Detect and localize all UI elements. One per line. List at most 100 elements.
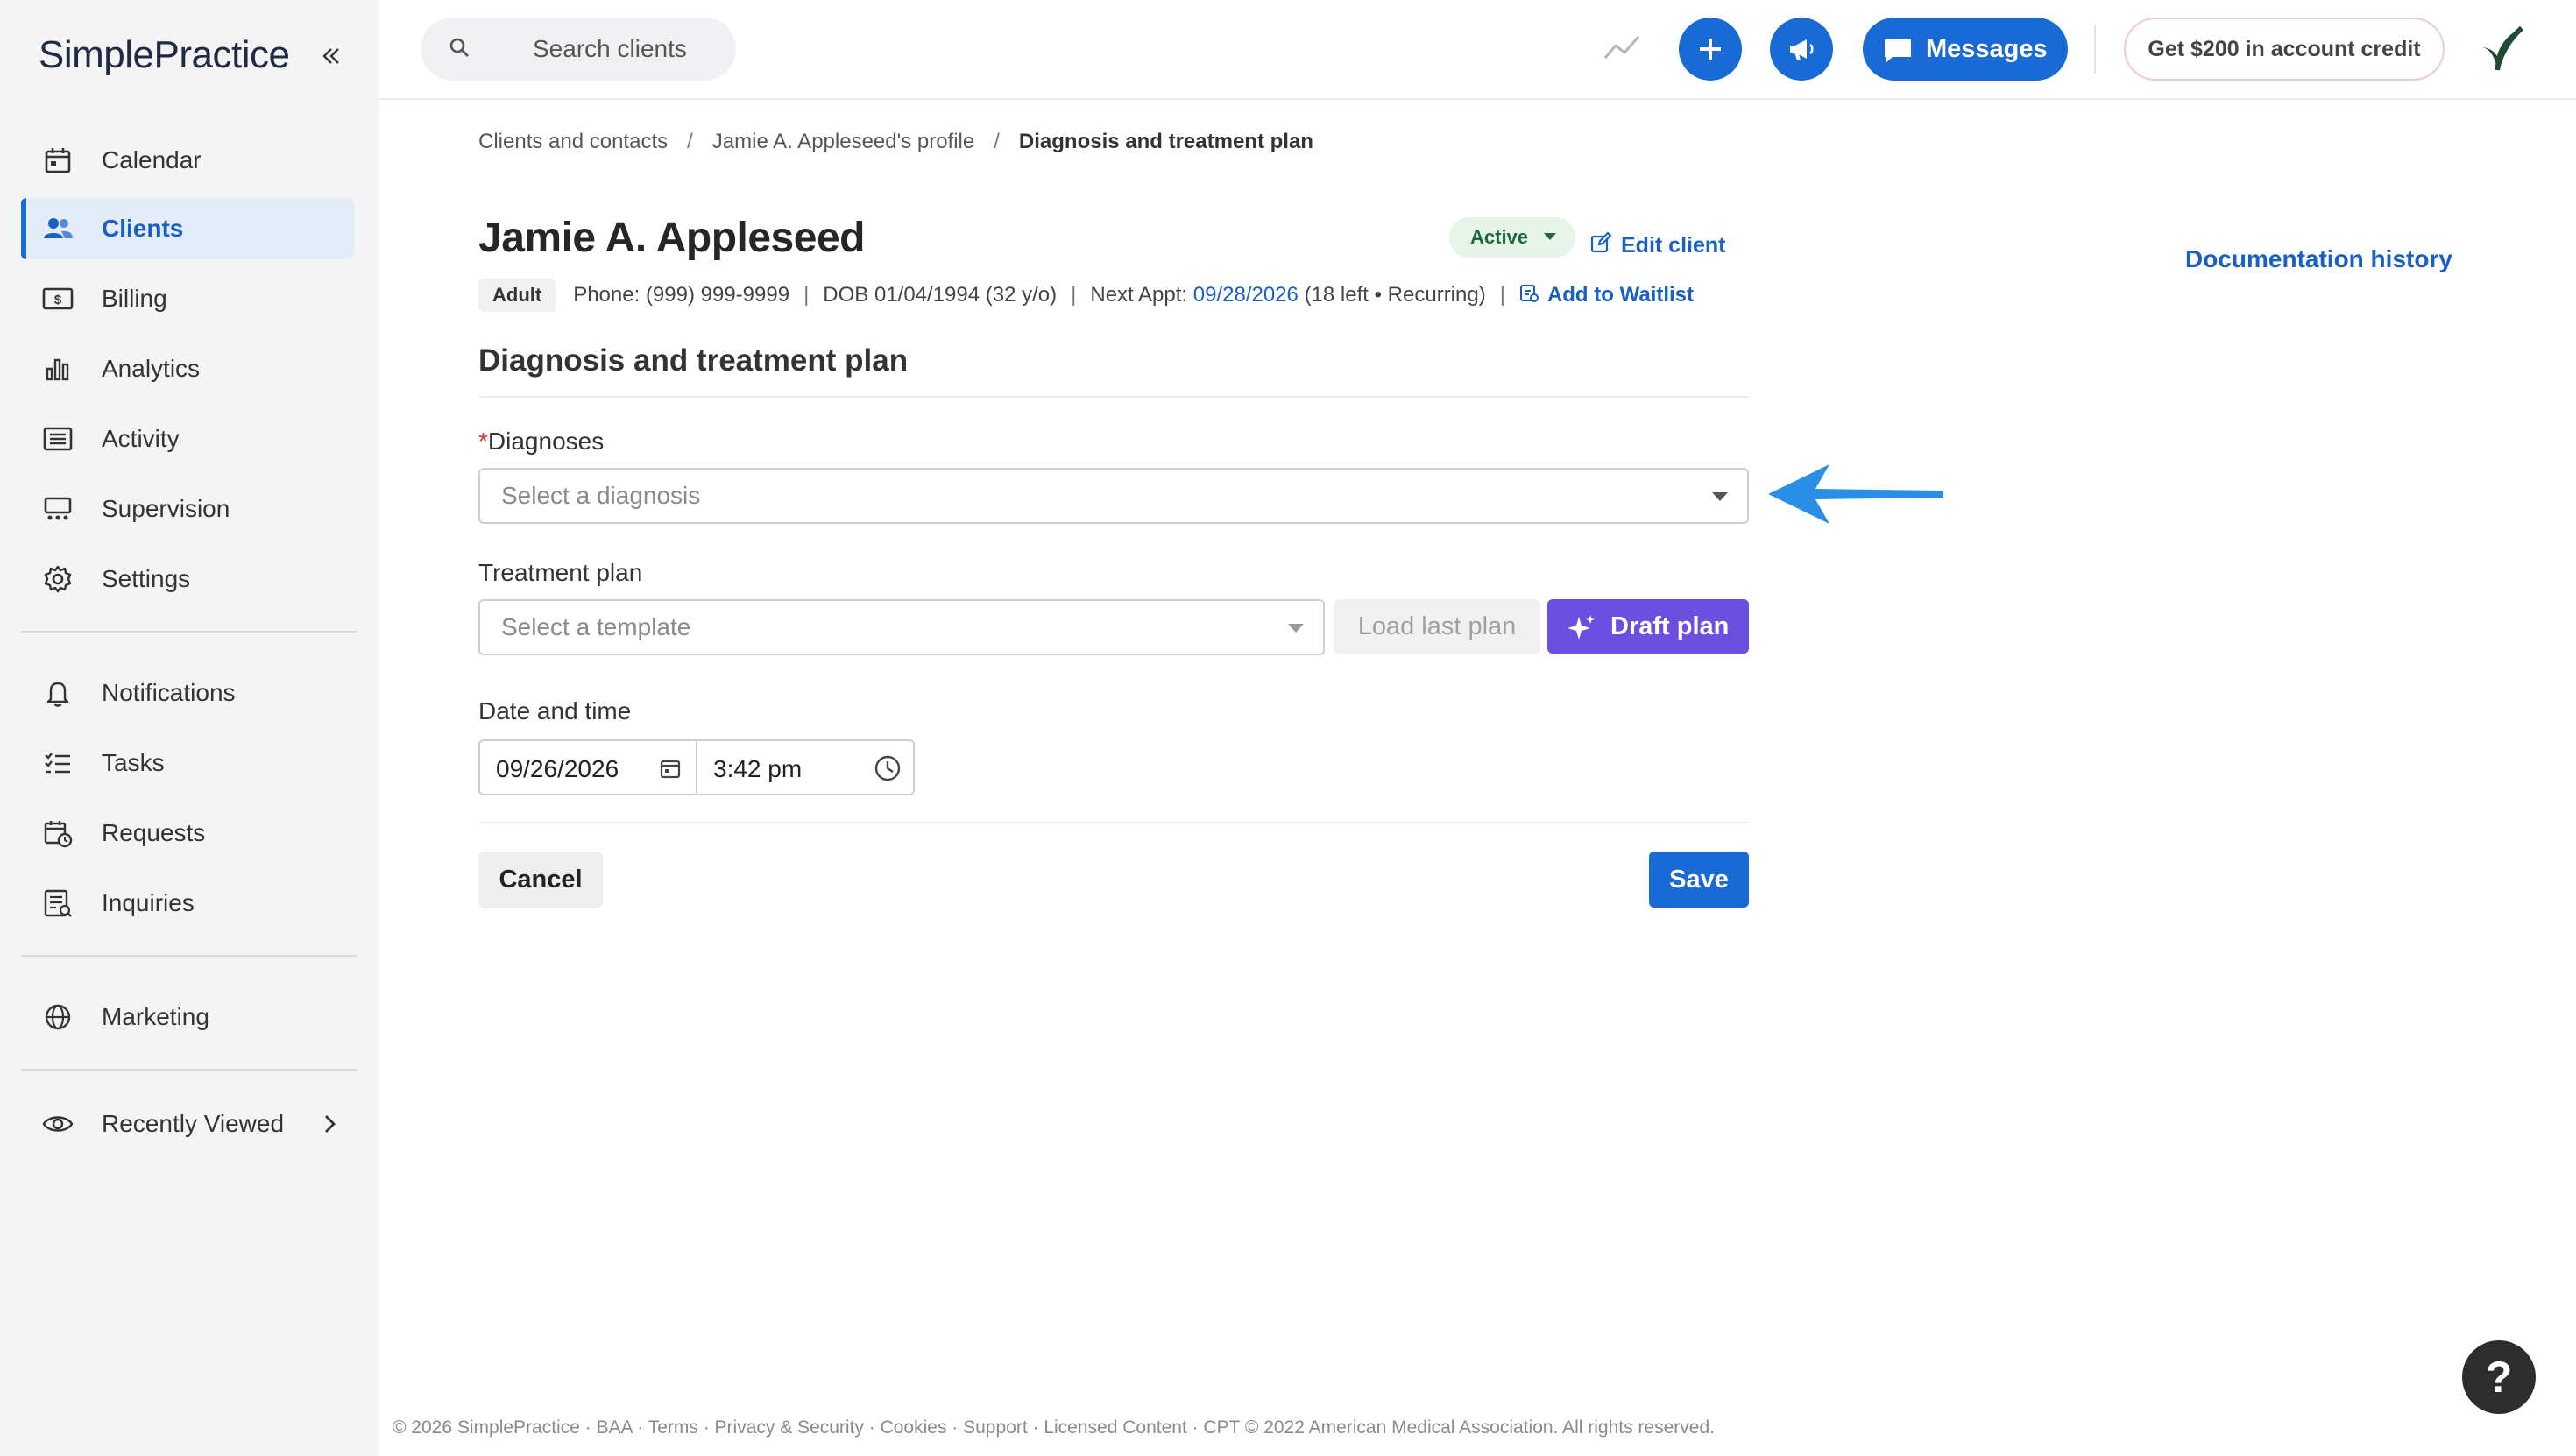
add-to-waitlist-label: Add to Waitlist (1546, 283, 1695, 307)
edit-client-link[interactable]: Edit client (1589, 231, 1725, 260)
sidebar-item-billing[interactable]: $ Billing (21, 268, 354, 329)
diagnosis-select[interactable]: Select a diagnosis (478, 468, 1749, 524)
sidebar-item-analytics[interactable]: Analytics (21, 338, 354, 399)
client-meta: Adult Phone: (999) 999-9999 | DOB 01/04/… (478, 279, 1694, 312)
breadcrumb: Clients and contacts / Jamie A. Appleseed'… (478, 130, 1313, 154)
sidebar-item-notifications[interactable]: Notifications (21, 662, 354, 724)
analytics-icon (40, 351, 75, 386)
edit-client-label: Edit client (1621, 233, 1726, 258)
topbar: Search clients Messages Get $200 in acco… (379, 0, 2576, 100)
chevron-right-icon (321, 1113, 338, 1140)
add-to-waitlist-link[interactable]: Add to Waitlist (1519, 282, 1694, 309)
sidebar-item-marketing[interactable]: Marketing (21, 986, 354, 1048)
announcements-button[interactable] (1770, 18, 1833, 81)
draft-plan-button[interactable]: Draft plan (1547, 599, 1749, 654)
next-appt-link[interactable]: 09/28/2026 (1193, 283, 1299, 307)
sidebar-item-label: Calendar (102, 146, 202, 173)
calendar-icon (40, 143, 75, 178)
waitlist-icon (1519, 282, 1539, 309)
sidebar-item-supervision[interactable]: Supervision (21, 478, 354, 540)
account-credit-button[interactable]: Get $200 in account credit (2124, 18, 2445, 81)
svg-text:$: $ (54, 293, 62, 307)
form-divider (478, 822, 1749, 823)
chat-icon (1882, 37, 1914, 69)
sidebar-item-label: Analytics (102, 355, 201, 382)
double-chevron-left-icon (322, 48, 339, 64)
edit-icon (1589, 231, 1612, 260)
calendar-icon[interactable] (659, 757, 682, 784)
sidebar-item-activity[interactable]: Activity (21, 408, 354, 470)
time-value: 3:42 pm (713, 755, 803, 782)
sidebar-item-label: Requests (102, 819, 206, 846)
topbar-divider (2094, 25, 2096, 74)
section-divider (478, 396, 1749, 398)
template-placeholder: Select a template (501, 613, 691, 640)
caret-down-icon (1712, 492, 1728, 501)
megaphone-icon (1790, 39, 1814, 60)
status-label: Active (1470, 226, 1529, 248)
date-value: 09/26/2026 (496, 755, 619, 782)
sidebar-item-label: Notifications (102, 679, 236, 706)
caret-down-icon (1544, 233, 1556, 240)
question-mark-icon: ? (2485, 1353, 2513, 1402)
sidebar-item-recently-viewed[interactable]: Recently Viewed (21, 1093, 354, 1155)
sidebar-divider (21, 1069, 357, 1071)
activity-icon (40, 421, 75, 456)
date-time-label: Date and time (478, 697, 632, 724)
sidebar-item-inquiries[interactable]: Inquiries (21, 873, 354, 934)
next-appt-label: Next Appt: (1090, 283, 1188, 307)
sidebar-item-calendar[interactable]: Calendar (21, 130, 354, 191)
client-type-badge: Adult (478, 279, 556, 312)
trend-icon[interactable] (1602, 30, 1642, 69)
diagnoses-label-text: Diagnoses (487, 428, 605, 455)
template-select[interactable]: Select a template (478, 599, 1325, 655)
collapse-sidebar-button[interactable] (314, 39, 349, 74)
search-placeholder: Search clients (533, 35, 687, 62)
cancel-button[interactable]: Cancel (478, 852, 603, 908)
sidebar-item-label: Settings (102, 565, 191, 592)
bell-icon (40, 675, 75, 710)
sidebar-item-tasks[interactable]: Tasks (21, 732, 354, 794)
breadcrumb-separator: / (687, 130, 693, 153)
tasks-icon (40, 746, 75, 781)
status-badge[interactable]: Active (1449, 217, 1575, 258)
sparkle-icon (1567, 613, 1596, 648)
sidebar: SimplePractice Calendar Clients $ Billin… (0, 0, 379, 1456)
treatment-plan-label: Treatment plan (478, 559, 643, 586)
caret-down-icon (1288, 624, 1304, 633)
breadcrumb-clients-link[interactable]: Clients and contacts (478, 130, 668, 154)
sidebar-item-label: Inquiries (102, 889, 195, 916)
date-input[interactable]: 09/26/2026 (478, 739, 697, 795)
sidebar-item-label: Marketing (102, 1003, 209, 1030)
sidebar-item-label: Clients (102, 215, 184, 242)
messages-button[interactable]: Messages (1863, 18, 2068, 81)
diagnosis-placeholder: Select a diagnosis (501, 482, 701, 509)
sidebar-divider (21, 631, 357, 633)
clock-icon[interactable] (873, 753, 902, 788)
eye-icon (40, 1106, 75, 1141)
load-last-plan-button[interactable]: Load last plan (1334, 599, 1540, 654)
help-button[interactable]: ? (2462, 1340, 2536, 1414)
sidebar-item-label: Activity (102, 425, 180, 452)
documentation-history-link[interactable]: Documentation history (2185, 245, 2452, 273)
client-dob: DOB 01/04/1994 (32 y/o) (823, 283, 1058, 307)
save-button[interactable]: Save (1649, 852, 1749, 908)
add-button[interactable] (1679, 18, 1742, 81)
sidebar-item-settings[interactable]: Settings (21, 548, 354, 610)
app-logo[interactable]: SimplePractice (39, 33, 290, 77)
time-input[interactable]: 3:42 pm (696, 739, 915, 795)
section-title: Diagnosis and treatment plan (478, 343, 909, 378)
brand-leaf-icon[interactable] (2473, 21, 2530, 83)
search-input[interactable]: Search clients (421, 18, 736, 81)
sidebar-item-requests[interactable]: Requests (21, 802, 354, 864)
meta-separator: | (803, 283, 810, 307)
sidebar-item-clients[interactable]: Clients (21, 198, 354, 259)
annotation-arrow-icon (1768, 464, 1943, 524)
required-mark: * (478, 428, 488, 455)
breadcrumb-separator: / (994, 130, 1000, 153)
meta-separator: | (1499, 283, 1505, 307)
requests-icon (40, 816, 75, 851)
breadcrumb-profile-link[interactable]: Jamie A. Appleseed's profile (712, 130, 974, 154)
next-appt-detail: (18 left • Recurring) (1304, 283, 1486, 307)
client-phone: Phone: (999) 999-9999 (573, 283, 790, 307)
